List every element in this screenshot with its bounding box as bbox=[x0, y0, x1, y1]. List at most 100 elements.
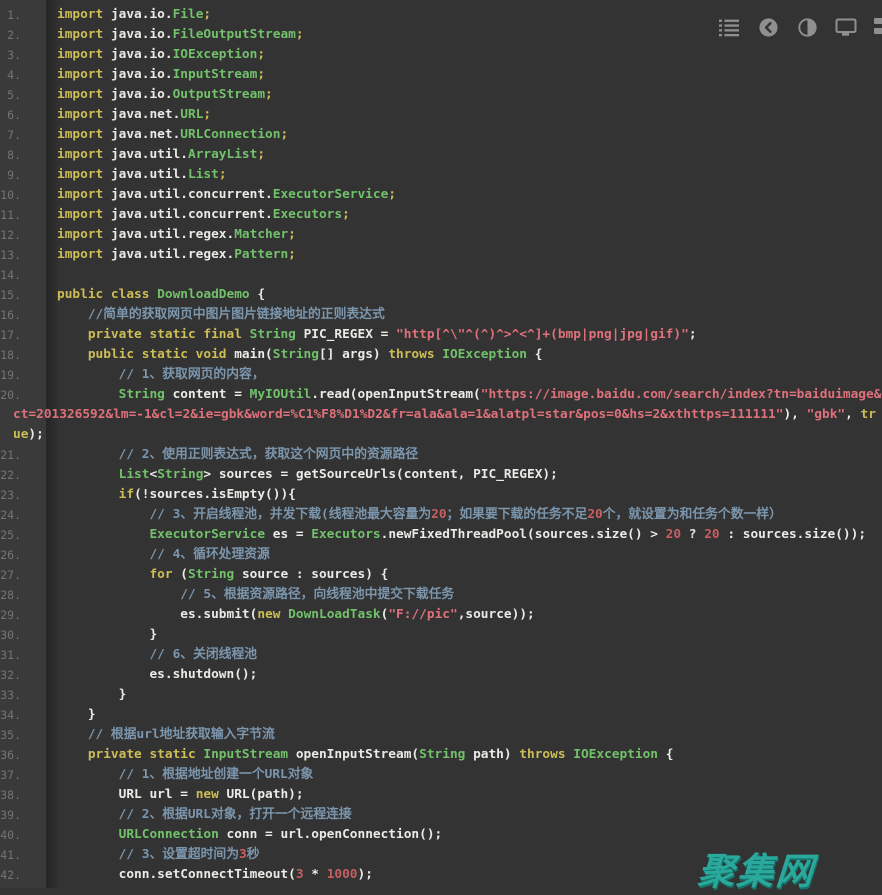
code-text: import java.util.ArrayList; bbox=[57, 147, 265, 162]
code-line: 18. public static void main(String[] arg… bbox=[0, 345, 882, 365]
code-text: // 1、根据地址创建一个URL对象 bbox=[57, 767, 313, 782]
code-text: // 6、关闭线程池 bbox=[57, 647, 257, 662]
code-text: URLConnection conn = url.openConnection(… bbox=[57, 827, 442, 842]
line-number: 20. bbox=[0, 385, 21, 405]
code-line: 10.import java.util.concurrent.ExecutorS… bbox=[0, 185, 882, 205]
line-number: 10. bbox=[0, 185, 21, 205]
line-number: 33. bbox=[0, 685, 21, 705]
code-line: 3.import java.io.IOException; bbox=[0, 45, 882, 65]
line-number: 35. bbox=[0, 725, 21, 745]
line-number: 25. bbox=[0, 525, 21, 545]
code-text: conn.setConnectTimeout(3 * 1000); bbox=[57, 867, 373, 882]
line-number: 32. bbox=[0, 665, 21, 685]
code-text: } bbox=[57, 707, 96, 722]
code-text: public static void main(String[] args) t… bbox=[57, 347, 542, 362]
code-text: String content = MyIOUtil.read(openInput… bbox=[13, 387, 881, 442]
line-number: 2. bbox=[0, 25, 21, 45]
monitor-icon[interactable] bbox=[835, 16, 857, 38]
contrast-icon[interactable] bbox=[796, 16, 818, 38]
code-line: 23. if(!sources.isEmpty()){ bbox=[0, 485, 882, 505]
code-line: 28. // 5、根据资源路径，向线程池中提交下载任务 bbox=[0, 585, 882, 605]
code-lines: 1. import java.io.File; 2. import java.io.F… bbox=[0, 5, 882, 885]
code-text: import java.io.IOException; bbox=[57, 47, 265, 62]
line-number: 5. bbox=[0, 85, 21, 105]
code-text: for (String source : sources) { bbox=[57, 567, 388, 582]
watermark-logo: 聚集网 bbox=[696, 841, 817, 895]
code-line: 7.import java.net.URLConnection; bbox=[0, 125, 882, 145]
code-text: //简单的获取网页中图片图片链接地址的正则表达式 bbox=[57, 307, 385, 322]
code-line: 12. import java.util.regex.Matcher; bbox=[0, 225, 882, 245]
line-number: 15. bbox=[0, 285, 21, 305]
line-number: 29. bbox=[0, 605, 21, 625]
line-number: 13. bbox=[0, 245, 21, 265]
code-line: 16. //简单的获取网页中图片图片链接地址的正则表达式 bbox=[0, 305, 882, 325]
back-icon[interactable] bbox=[757, 16, 779, 38]
code-line: 35. // 根据url地址获取输入字节流 bbox=[0, 725, 882, 745]
code-text: import java.util.regex.Pattern; bbox=[57, 247, 296, 262]
code-line: 29. es.submit(new DownLoadTask("F://pic"… bbox=[0, 605, 882, 625]
code-text: // 1、获取网页的内容， bbox=[57, 367, 265, 382]
code-line: 26. // 4、循环处理资源 bbox=[0, 545, 882, 565]
line-number: 12. bbox=[0, 225, 21, 245]
code-text: // 3、设置超时间为3秒 bbox=[57, 847, 260, 862]
code-line: 38. URL url = new URL(path); bbox=[0, 785, 882, 805]
line-number: 23. bbox=[0, 485, 21, 505]
code-line: 24. // 3、开启线程池，并发下载(线程池最大容量为20；如果要下载的任务不… bbox=[0, 505, 882, 525]
code-line: 25. ExecutorService es = Executors.newFi… bbox=[0, 525, 882, 545]
code-line: 17. private static final String PIC_REGE… bbox=[0, 325, 882, 345]
line-number: 41. bbox=[0, 845, 21, 865]
code-text: // 根据url地址获取输入字节流 bbox=[57, 727, 275, 742]
list-icon[interactable] bbox=[718, 16, 740, 38]
line-number: 4. bbox=[0, 65, 21, 85]
line-number: 18. bbox=[0, 345, 21, 365]
code-line: 34. } bbox=[0, 705, 882, 725]
code-line: 21. // 2、使用正则表达式，获取这个网页中的资源路径 bbox=[0, 445, 882, 465]
code-text: es.shutdown(); bbox=[57, 667, 257, 682]
code-text: private static final String PIC_REGEX = … bbox=[57, 327, 697, 342]
code-text: import java.io.FileOutputStream; bbox=[57, 27, 304, 42]
line-number: 6. bbox=[0, 105, 21, 125]
line-number: 8. bbox=[0, 145, 21, 165]
code-text: } bbox=[57, 687, 126, 702]
line-number: 30. bbox=[0, 625, 21, 645]
code-editor: 1. import java.io.File; 2. import java.io.F… bbox=[0, 0, 882, 885]
code-line: 27. for (String source : sources) { bbox=[0, 565, 882, 585]
code-line: 6.import java.net.URL; bbox=[0, 105, 882, 125]
line-number: 39. bbox=[0, 805, 21, 825]
code-text: import java.util.regex.Matcher; bbox=[57, 227, 296, 242]
line-number: 14. bbox=[0, 265, 21, 285]
line-number: 24. bbox=[0, 505, 21, 525]
code-text: import java.io.File; bbox=[57, 7, 211, 22]
line-number: 9. bbox=[0, 165, 21, 185]
code-text: if(!sources.isEmpty()){ bbox=[57, 487, 296, 502]
code-text: // 2、根据URL对象，打开一个远程连接 bbox=[57, 807, 352, 822]
code-line: 8. import java.util.ArrayList; bbox=[0, 145, 882, 165]
code-line: 36. private static InputStream openInput… bbox=[0, 745, 882, 765]
code-text: es.submit(new DownLoadTask("F://pic",sou… bbox=[57, 607, 535, 622]
line-number: 26. bbox=[0, 545, 21, 565]
line-number: 1. bbox=[0, 5, 21, 25]
code-text: } bbox=[57, 627, 157, 642]
toolbar bbox=[718, 16, 857, 38]
line-number: 42. bbox=[0, 865, 21, 885]
line-number: 34. bbox=[0, 705, 21, 725]
code-line: 20. String content = MyIOUtil.read(openI… bbox=[0, 385, 882, 445]
line-number: 40. bbox=[0, 825, 21, 845]
clipped-icon[interactable] bbox=[874, 18, 882, 40]
code-text: import java.io.InputStream; bbox=[57, 67, 265, 82]
line-number: 36. bbox=[0, 745, 21, 765]
code-line: 32. es.shutdown(); bbox=[0, 665, 882, 685]
code-line: 4. import java.io.InputStream; bbox=[0, 65, 882, 85]
code-line: 13. import java.util.regex.Pattern; bbox=[0, 245, 882, 265]
code-text: import java.util.List; bbox=[57, 167, 227, 182]
line-number: 22. bbox=[0, 465, 21, 485]
code-line: 9. import java.util.List; bbox=[0, 165, 882, 185]
line-number: 27. bbox=[0, 565, 21, 585]
line-number: 7. bbox=[0, 125, 21, 145]
code-line: 31. // 6、关闭线程池 bbox=[0, 645, 882, 665]
code-text: List<String> sources = getSourceUrls(con… bbox=[57, 467, 558, 482]
line-number: 31. bbox=[0, 645, 21, 665]
code-line: 39. // 2、根据URL对象，打开一个远程连接 bbox=[0, 805, 882, 825]
line-number: 37. bbox=[0, 765, 21, 785]
line-number: 19. bbox=[0, 365, 21, 385]
